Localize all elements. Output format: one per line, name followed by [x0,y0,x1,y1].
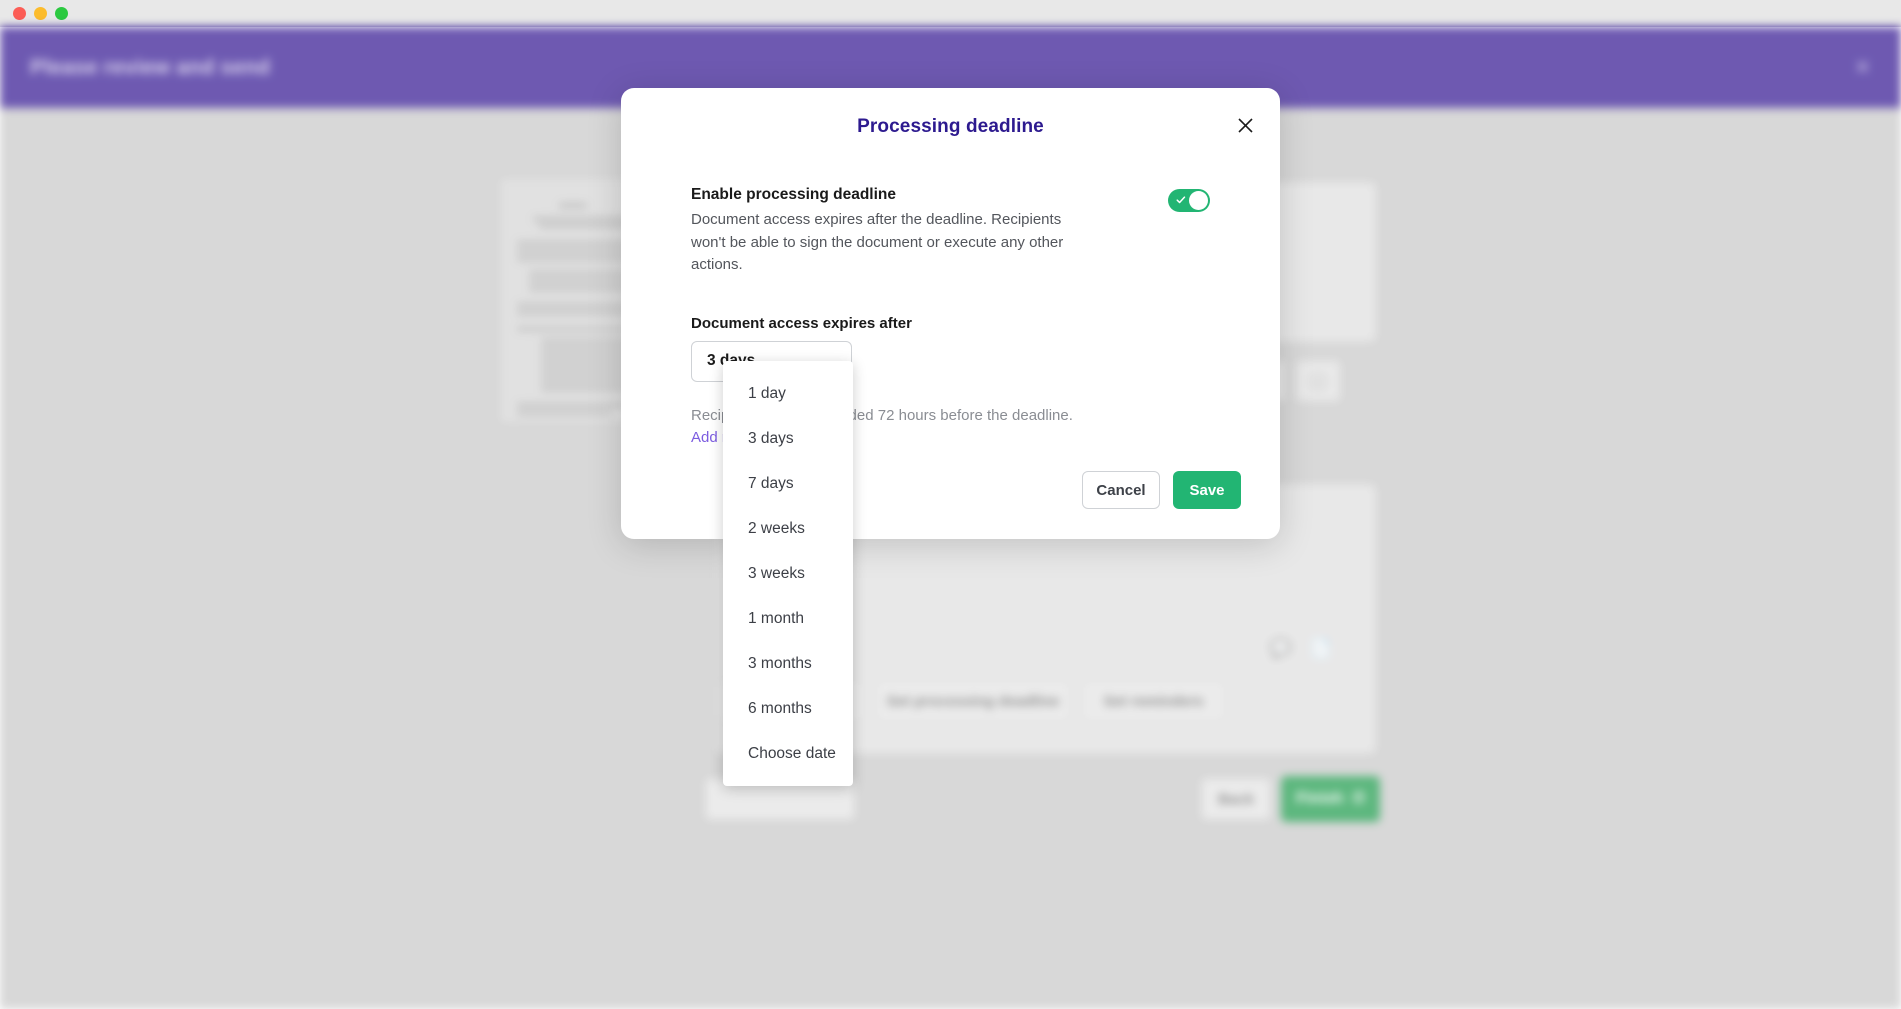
dropdown-item[interactable]: 3 days [723,416,853,461]
dropdown-item[interactable]: 7 days [723,461,853,506]
dropdown-item[interactable]: 6 months [723,686,853,731]
dialog-body: Enable processing deadline Document acce… [621,184,1280,448]
enable-deadline-toggle[interactable] [1168,189,1210,212]
window-minimize-button[interactable] [34,7,47,20]
enable-deadline-label: Enable processing deadline [691,186,897,203]
dropdown-item[interactable]: 3 months [723,641,853,686]
expires-after-label: Document access expires after [691,314,912,332]
processing-deadline-dialog: Processing deadline Enable processing de… [621,88,1280,539]
close-icon[interactable] [1230,110,1260,140]
check-icon [1176,196,1186,204]
window-maximize-button[interactable] [55,7,68,20]
enable-deadline-row: Enable processing deadline Document acce… [621,184,1280,277]
cancel-button[interactable]: Cancel [1082,471,1160,509]
enable-deadline-description: Document access expires after the deadli… [691,211,1064,274]
dropdown-item[interactable]: 2 weeks [723,506,853,551]
dropdown-item[interactable]: Choose date [723,731,853,776]
dropdown-item[interactable]: 1 day [723,371,853,416]
expires-after-dropdown[interactable]: 1 day 3 days 7 days 2 weeks 3 weeks 1 month 3 … [723,361,853,786]
dropdown-item[interactable]: 3 weeks [723,551,853,596]
window-titlebar [0,0,1901,27]
dropdown-item[interactable]: 1 month [723,596,853,641]
dialog-actions: Cancel Save [1082,471,1241,509]
os-window: Please review and send ✕ ▢ 💬 📄 Set proce… [0,0,1901,1009]
dialog-title: Processing deadline [857,116,1044,137]
toggle-knob [1189,191,1208,210]
window-close-button[interactable] [13,7,26,20]
save-button[interactable]: Save [1173,471,1241,509]
